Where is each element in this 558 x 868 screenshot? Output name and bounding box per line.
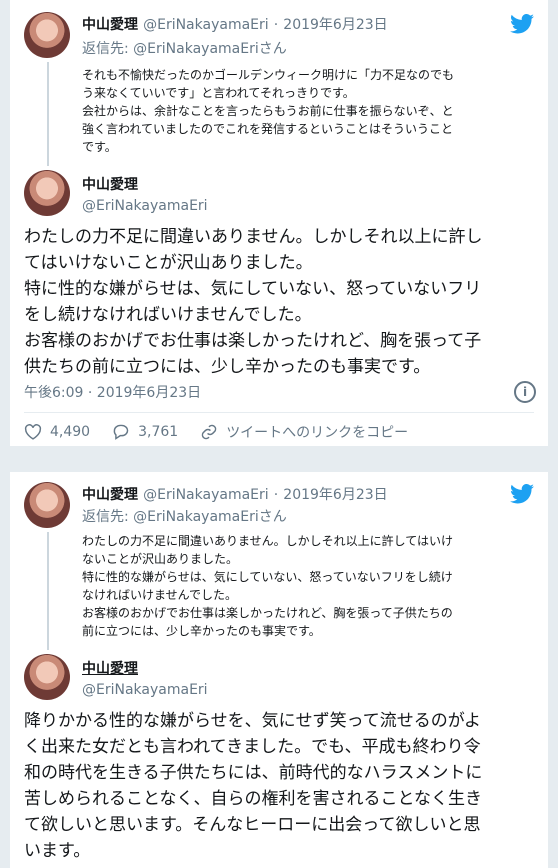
tweet-line: 降りかかる性的な嫌がらせを、気にせず笑って流せるのがよ <box>24 711 481 731</box>
separator: · <box>273 17 279 33</box>
reply-to-handle[interactable]: @EriNakayamaEri <box>133 41 259 57</box>
tweet-line: 苦しめられることなく、自らの権利を害されることなく生き <box>24 789 482 809</box>
twitter-bird-icon <box>510 484 534 504</box>
tweet-line: く出来た女だとも言われてきました。でも、平成も終わり令 <box>24 737 481 757</box>
avatar[interactable] <box>24 170 70 216</box>
tweet-line: 供たちの前に立つには、少し辛かったのも事実です。 <box>24 357 431 377</box>
info-icon[interactable]: i <box>514 381 536 403</box>
tweet-line: わたしの力不足に間違いありません。しかしそれ以上に許し <box>24 227 483 247</box>
like-count: 4,490 <box>50 424 91 440</box>
reply-to-suffix: さん <box>258 41 287 57</box>
reply-to-suffix: さん <box>258 509 287 525</box>
tweet-line: 特に性的な嫌がらせは、気にしていない、怒っていないフリ <box>24 279 482 299</box>
tweet-line: です。 <box>82 140 117 154</box>
author-handle[interactable]: @EriNakayamaEri <box>143 17 269 33</box>
tweet-date[interactable]: 2019年6月23日 <box>283 17 387 33</box>
reply-to-label: 返信先: <box>82 41 129 57</box>
tweet-text: 降りかかる性的な嫌がらせを、気にせず笑って流せるのがよ く出来た女だとも言われて… <box>24 708 544 864</box>
avatar[interactable] <box>24 12 70 58</box>
tweet-line: 強く言われていましたのでこれを発信するということはそういうこと <box>82 122 454 136</box>
link-icon <box>201 424 217 440</box>
tweet-line: 会社からは、余計なことを言ったらもうお前に仕事を振らないぞ、と <box>82 104 454 118</box>
reply-to-label: 返信先: <box>82 509 129 525</box>
tweet-line: それも不愉快だったのかゴールデンウィーク明けに「力不足なのでも <box>82 68 455 82</box>
author-name[interactable]: 中山愛理 <box>82 174 208 194</box>
tweet-line: なければいけませんでした。 <box>82 588 238 602</box>
author-handle[interactable]: @EriNakayamaEri <box>82 198 208 214</box>
reply-action[interactable]: 3,761 <box>112 424 178 440</box>
copy-link-action[interactable]: ツイートへのリンクをコピー <box>200 422 408 442</box>
tweet-author: 中山愛理 @EriNakayamaEri <box>82 174 208 214</box>
avatar[interactable] <box>24 482 70 528</box>
tweet-date[interactable]: 2019年6月23日 <box>283 487 387 503</box>
tweet-timestamp[interactable]: 午後6:09 · 2019年6月23日 <box>24 382 201 402</box>
avatar[interactable] <box>24 654 70 700</box>
tweet-text: わたしの力不足に間違いありません。しかしそれ以上に許してはいけ ないことが沢山あ… <box>82 532 542 640</box>
reply-count: 3,761 <box>138 424 179 440</box>
tweet-line: う来なくていいです」と言われてそれっきりです。 <box>82 86 355 100</box>
like-action[interactable]: 4,490 <box>24 424 90 440</box>
reply-bubble-icon <box>113 424 129 440</box>
author-handle[interactable]: @EriNakayamaEri <box>143 487 269 503</box>
thread-line <box>47 532 49 650</box>
twitter-bird-icon <box>510 14 534 34</box>
reply-to-handle[interactable]: @EriNakayamaEri <box>133 509 259 525</box>
tweet-line: お客様のおかげでお仕事は楽しかったけれど、胸を張って子供たちの <box>82 606 453 620</box>
thread-line <box>47 62 49 166</box>
tweet-line: 和の時代を生きる子供たちには、前時代的なハラスメントに <box>24 763 483 783</box>
tweet-text: わたしの力不足に間違いありません。しかしそれ以上に許し てはいけないことが沢山あ… <box>24 224 544 380</box>
reply-to: 返信先: @EriNakayamaEriさん <box>82 38 287 58</box>
tweet-card-1: 中山愛理 @EriNakayamaEri · 2019年6月23日 返信先: @… <box>10 0 548 446</box>
author-name[interactable]: 中山愛理 <box>82 17 138 33</box>
tweet-header: 中山愛理 @EriNakayamaEri · 2019年6月23日 <box>82 14 388 34</box>
separator: · <box>273 487 279 503</box>
tweet-header: 中山愛理 @EriNakayamaEri · 2019年6月23日 <box>82 484 388 504</box>
author-handle[interactable]: @EriNakayamaEri <box>82 682 208 698</box>
tweet-line: お客様のおかげでお仕事は楽しかったけれど、胸を張って子 <box>24 331 482 351</box>
tweet-card-2: 中山愛理 @EriNakayamaEri · 2019年6月23日 返信先: @… <box>10 472 548 868</box>
tweet-line: わたしの力不足に間違いありません。しかしそれ以上に許してはいけ <box>82 534 454 548</box>
tweet-line: 前に立つには、少し辛かったのも事実です。 <box>82 624 321 638</box>
author-name[interactable]: 中山愛理 <box>82 658 208 678</box>
author-name[interactable]: 中山愛理 <box>82 487 138 503</box>
copy-link-label: ツイートへのリンクをコピー <box>226 425 409 441</box>
tweet-text: それも不愉快だったのかゴールデンウィーク明けに「力不足なのでも う来なくていいで… <box>82 66 542 156</box>
divider <box>24 412 534 413</box>
heart-icon <box>24 424 42 440</box>
tweet-line: ないことが沢山ありました。 <box>82 552 239 566</box>
tweet-line: 特に性的な嫌がらせは、気にしていない、怒っていないフリをし続け <box>82 570 453 584</box>
tweet-actions: 4,490 3,761 ツイートへのリンクをコピー <box>24 422 408 442</box>
reply-to: 返信先: @EriNakayamaEriさん <box>82 506 287 526</box>
tweet-author: 中山愛理 @EriNakayamaEri <box>82 658 208 698</box>
tweet-line: をし続けなければいけませんでした。 <box>24 305 312 325</box>
tweet-line: てはいけないことが沢山ありました。 <box>24 253 313 273</box>
tweet-line: て欲しいと思います。そんなヒーローに出会って欲しいと思 <box>24 815 481 835</box>
tweet-line: います。 <box>24 841 91 861</box>
